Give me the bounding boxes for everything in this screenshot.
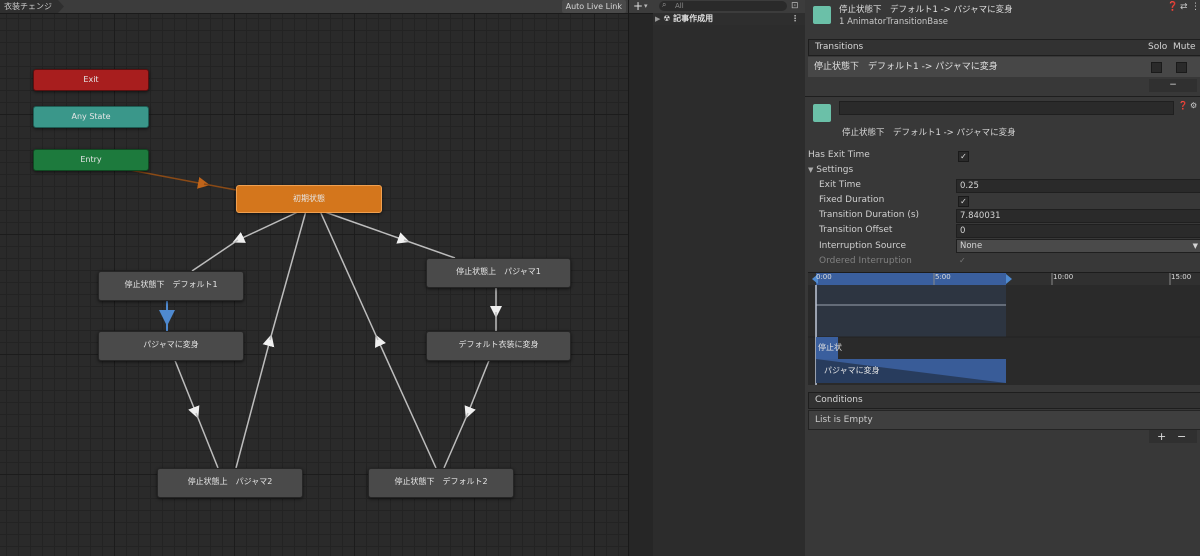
remove-transition-button[interactable]: − [1149, 79, 1197, 92]
fixed-duration-checkbox[interactable]: ✓ [958, 196, 969, 207]
inspector-panel: 停止状態下 デフォルト1 -> パジャマに変身 1 AnimatorTransi… [805, 0, 1200, 556]
has-exit-time-checkbox[interactable]: ✓ [958, 151, 969, 162]
remove-condition-button[interactable]: − [1177, 430, 1186, 443]
conditions-header-label: Conditions [815, 395, 863, 405]
default-state-node[interactable]: 初期状態 [236, 185, 382, 213]
has-exit-time-label: Has Exit Time [808, 150, 870, 160]
transition-default-to-pajama1 [321, 210, 410, 244]
animator-graph[interactable]: 衣装チェンジ Auto Live Link Exit Any State Ent… [0, 0, 628, 556]
presets-icon[interactable]: ⇄ [1180, 2, 1188, 12]
fixed-duration-label: Fixed Duration [819, 195, 885, 205]
hierarchy-item[interactable]: ▶ ☢ 記事作成用 ⋮ [653, 13, 805, 25]
entry-transition [129, 169, 210, 189]
divider [805, 96, 1200, 97]
more-icon[interactable]: ⋮ [1191, 2, 1200, 12]
transition-offset-field[interactable]: 0 [956, 224, 1200, 238]
transition-default-to-default1 [232, 210, 301, 243]
breadcrumb[interactable]: 衣装チェンジ [0, 0, 64, 13]
source-clip-label: 停止状 [818, 343, 842, 352]
foldout-arrow-icon: ▼ [808, 166, 814, 174]
hierarchy-toolbar: + ▾ ⌕ All ⊡ [629, 0, 805, 14]
mute-label: Mute [1173, 42, 1196, 52]
search-icon: ⌕ [662, 0, 667, 9]
animator-toolbar: 衣装チェンジ Auto Live Link [0, 0, 628, 14]
interruption-source-value: None [960, 241, 983, 251]
transition-topajama-to-pajama2 [173, 357, 200, 419]
transition-icon [813, 6, 831, 24]
conditions-list: List is Empty [808, 410, 1200, 430]
transition-name-field[interactable] [839, 101, 1174, 115]
dest-clip-label: パジャマに変身 [824, 366, 880, 375]
inspector-subtitle: 1 AnimatorTransitionBase [839, 17, 948, 27]
timeline-tick-1: 5:00 [935, 273, 951, 281]
add-button[interactable]: + [633, 0, 643, 13]
transition-duration-field[interactable]: 7.840031 [956, 209, 1200, 223]
search-field[interactable]: ⌕ All [659, 0, 787, 11]
conditions-header: Conditions [808, 392, 1200, 409]
scene-icon: ☢ [663, 14, 671, 23]
any-state-node[interactable]: Any State [33, 106, 149, 128]
conditions-footer: + − [1149, 430, 1197, 443]
transitions-header: Transitions Solo Mute [808, 39, 1200, 56]
entry-node[interactable]: Entry [33, 149, 149, 171]
conditions-empty-label: List is Empty [815, 415, 873, 425]
timeline-tick-2: 10:00 [1053, 273, 1074, 281]
exit-time-label: Exit Time [819, 180, 861, 190]
transition-todefault-to-default2 [464, 357, 491, 419]
help-icon[interactable]: ❓ [1178, 101, 1188, 110]
state-node-stop-up-pajama1[interactable]: 停止状態上 パジャマ1 [426, 258, 571, 288]
state-node-stop-up-pajama2[interactable]: 停止状態上 パジャマ2 [157, 468, 303, 498]
transition-list-row-label: 停止状態下 デフォルト1 -> パジャマに変身 [814, 62, 998, 72]
exit-time-field[interactable]: 0.25 [956, 179, 1200, 193]
timeline-tick-0: 0:00 [816, 273, 832, 281]
transition-caption: 停止状態下 デフォルト1 -> パジャマに変身 [842, 128, 1016, 138]
gear-icon[interactable]: ⚙ [1190, 101, 1197, 110]
interruption-source-label: Interruption Source [819, 241, 907, 251]
mute-checkbox[interactable] [1176, 62, 1187, 73]
state-node-stop-down-default1[interactable]: 停止状態下 デフォルト1 [98, 271, 244, 301]
transitions-header-label: Transitions [815, 42, 864, 52]
state-node-to-pajama[interactable]: パジャマに変身 [98, 331, 244, 361]
state-node-to-default[interactable]: デフォルト衣装に変身 [426, 331, 571, 361]
settings-foldout[interactable]: ▼ Settings [808, 163, 853, 178]
chevron-down-icon: ▼ [1192, 242, 1198, 250]
solo-label: Solo [1148, 42, 1168, 52]
dropdown-icon[interactable]: ▾ [644, 0, 648, 13]
transition-offset-label: Transition Offset [819, 225, 893, 235]
hierarchy-panel: + ▾ ⌕ All ⊡ ▶ ☢ 記事作成用 ⋮ [628, 0, 806, 556]
hierarchy-item-label: 記事作成用 [673, 14, 714, 23]
timeline-tick-3: 15:00 [1171, 273, 1192, 281]
inspector-title: 停止状態下 デフォルト1 -> パジャマに変身 [839, 5, 1013, 15]
exit-node[interactable]: Exit [33, 69, 149, 91]
more-icon[interactable]: ⋮ [791, 13, 799, 25]
transition-timeline[interactable]: 0:00 5:00 10:00 15:00 停止状 パジャマに変身 [808, 272, 1200, 385]
transition-list-row[interactable]: 停止状態下 デフォルト1 -> パジャマに変身 [808, 57, 1200, 77]
transition-detail-icon [813, 104, 831, 122]
lock-icon[interactable]: ⊡ [791, 0, 799, 13]
transition-duration-label: Transition Duration (s) [819, 210, 920, 220]
ordered-interruption-checkbox: ✓ [959, 256, 966, 265]
settings-header-label: Settings [816, 165, 854, 175]
expand-arrow-icon[interactable]: ▶ [655, 15, 660, 23]
hierarchy-gutter [629, 14, 653, 556]
state-node-stop-down-default2[interactable]: 停止状態下 デフォルト2 [368, 468, 514, 498]
help-icon[interactable]: ❓ [1167, 2, 1178, 12]
ordered-interruption-label: Ordered Interruption [819, 256, 912, 266]
auto-live-link-button[interactable]: Auto Live Link [561, 0, 626, 13]
solo-checkbox[interactable] [1151, 62, 1162, 73]
interruption-source-dropdown[interactable]: None ▼ [956, 239, 1200, 253]
search-placeholder: All [675, 2, 684, 10]
add-condition-button[interactable]: + [1157, 430, 1166, 443]
